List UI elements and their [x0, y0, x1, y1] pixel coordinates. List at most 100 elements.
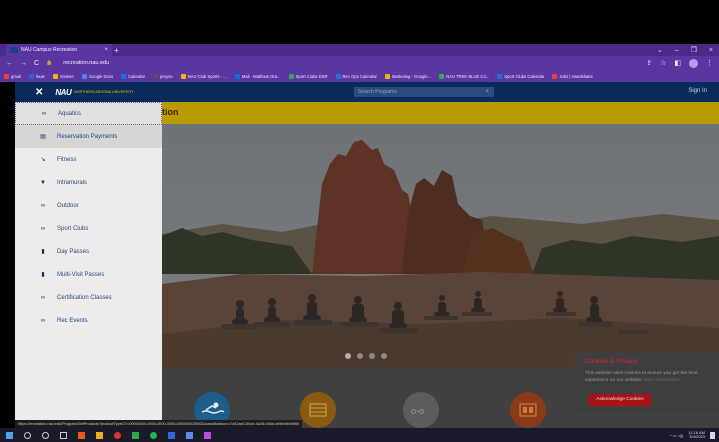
clock[interactable]: 11:18 AM 5/4/2023	[688, 430, 705, 440]
nav-item-certification-classes[interactable]: ∞ Certification Classes	[15, 286, 162, 309]
app-icon-1[interactable]	[78, 431, 85, 439]
bookmark-icon	[335, 73, 341, 79]
nav-item-label: Reservation Payments	[57, 133, 118, 140]
bookmarks-bar: gmail louie Sixteen Google Docs Calendar proy…	[0, 70, 719, 82]
task-view-icon[interactable]	[60, 431, 67, 439]
bookmark-item[interactable]: NAU Club Sports - ...	[180, 73, 227, 79]
fitness-program-icon[interactable]: o-o	[403, 392, 439, 428]
url-field[interactable]: recreation.nau.edu	[63, 60, 109, 66]
sidepanel-icon[interactable]: ◧	[674, 59, 681, 67]
bookmark-label: gmail	[11, 73, 22, 79]
back-icon[interactable]: ←	[6, 60, 13, 67]
maximize-button[interactable]: ❐	[691, 46, 697, 54]
close-window-button[interactable]: ×	[709, 47, 713, 54]
nau-logo[interactable]: NAU NORTHERN ARIZONA UNIVERSITY	[55, 88, 133, 97]
spotify-icon[interactable]	[150, 431, 157, 439]
bookmark-icon	[439, 73, 445, 79]
sign-in-link[interactable]: Sign In	[688, 88, 707, 94]
app-icon-3[interactable]	[132, 431, 139, 439]
file-explorer-icon[interactable]	[96, 431, 103, 439]
bookmark-icon	[180, 73, 186, 79]
window-controls: ⌄ – ❐ ×	[657, 44, 713, 56]
app-icon-5[interactable]	[186, 431, 193, 439]
nav-item-label: Rec Events	[57, 317, 88, 324]
nav-item-reservation-payments[interactable]: ▤ Reservation Payments	[15, 125, 162, 148]
bookmark-icon	[384, 73, 390, 79]
bookmark-icon	[4, 73, 9, 79]
search-taskbar-icon[interactable]	[24, 431, 31, 439]
hero-landscape	[162, 124, 719, 368]
cortana-icon[interactable]	[42, 431, 49, 439]
bookmark-item[interactable]: louie	[29, 73, 45, 79]
bookmark-icon	[121, 73, 127, 79]
bookmark-item[interactable]: Sport Clubs Calendar	[497, 73, 545, 79]
browser-tab[interactable]: NAU Campus Recreation ×	[6, 44, 112, 56]
intramurals-program-icon[interactable]	[510, 392, 546, 428]
bookmark-label: Marketing - Google...	[391, 73, 432, 79]
bookmark-item[interactable]: NAU TREK BLUE Co...	[439, 73, 489, 79]
nav-item-icon: ↘	[40, 157, 46, 163]
cookie-text: This website uses cookies to ensure you …	[585, 371, 698, 383]
menu-icon[interactable]: ⋮	[706, 59, 713, 67]
bookmark-label: Calendar	[128, 73, 146, 79]
nav-item-icon: ▤	[40, 134, 46, 140]
profile-avatar[interactable]	[689, 58, 698, 68]
bookmark-item[interactable]: gmail	[4, 73, 22, 79]
search-input[interactable]: Search Programs	[354, 87, 494, 97]
more-info-link[interactable]: More information	[644, 378, 680, 383]
nav-item-icon: ∞	[40, 317, 46, 324]
bookmark-label: Sport Clubs Calendar	[504, 73, 545, 79]
nav-item-icon: ▼	[40, 179, 46, 186]
share-icon[interactable]: ⇪	[646, 59, 652, 67]
payments-program-icon[interactable]	[300, 392, 336, 428]
app-icon-2[interactable]	[114, 431, 121, 439]
nav-item-intramurals[interactable]: ▼ Intramurals	[15, 171, 162, 194]
bookmark-item[interactable]: Google Docs	[81, 73, 113, 79]
bookmark-item[interactable]: Mail - Matthew Ora...	[234, 73, 281, 79]
bookmark-icon	[497, 73, 503, 79]
new-tab-button[interactable]: +	[114, 46, 119, 55]
bookmark-item[interactable]: proyso	[153, 73, 173, 79]
address-bar: ← → C 🔒 recreation.nau.edu ⇪ ☆ ◧ ⋮	[0, 56, 719, 70]
nav-item-day-passes[interactable]: ▮ Day Passes	[15, 240, 162, 263]
app-icon-4[interactable]	[168, 431, 175, 439]
nau-favicon-icon	[10, 47, 18, 53]
bookmark-item[interactable]: Sixteen	[52, 73, 74, 79]
nav-item-fitness[interactable]: ↘ Fitness	[15, 148, 162, 171]
nav-item-aquatics[interactable]: ∞ Aquatics	[15, 102, 162, 125]
nav-item-outdoor[interactable]: ∞ Outdoor	[15, 194, 162, 217]
close-tab-icon[interactable]: ×	[104, 47, 108, 53]
chrome-icon[interactable]	[204, 431, 211, 439]
bookmark-label: NAU Club Sports - ...	[187, 73, 227, 79]
bookmark-label: proyso	[160, 73, 173, 79]
nav-item-multi-visit-passes[interactable]: ▮ Multi-Visit Passes	[15, 263, 162, 286]
bookmark-item[interactable]: Sport Clubs DSR	[288, 73, 328, 79]
hero-image	[162, 124, 719, 368]
reload-icon[interactable]: C	[34, 60, 39, 67]
tray-icons[interactable]: ^ ▭ ◁))	[670, 433, 684, 438]
windows-start-icon[interactable]	[6, 431, 13, 439]
page-title-band: tion	[162, 102, 719, 124]
bookmark-item[interactable]: Calendar	[121, 73, 146, 79]
star-icon[interactable]: ☆	[660, 59, 666, 67]
minimize-button[interactable]: –	[675, 47, 679, 54]
status-url: https://recreation.nau.edu/Program/GetPr…	[15, 420, 303, 428]
bookmark-label: Sport Clubs DSR	[295, 73, 328, 79]
nav-item-rec-events[interactable]: ∞ Rec Events	[15, 309, 162, 332]
close-drawer-icon[interactable]: ✕	[35, 87, 43, 98]
forward-icon[interactable]: →	[20, 60, 27, 67]
notification-icon[interactable]	[710, 431, 715, 439]
tab-search-icon[interactable]: ⌄	[657, 46, 663, 54]
nav-item-label: Certification Classes	[57, 294, 112, 301]
bookmark-item[interactable]: Jobs | Handshake	[552, 73, 593, 79]
bookmark-item[interactable]: Rec Ops Calendar	[335, 73, 377, 79]
search-icon[interactable]: ⌕	[486, 88, 489, 94]
browser-tab-strip: NAU Campus Recreation × + ⌄ – ❐ ×	[0, 44, 719, 56]
nav-item-label: Outdoor	[57, 202, 79, 209]
acknowledge-cookies-button[interactable]: Acknowledge Cookies	[589, 394, 651, 406]
nav-item-icon: ∞	[40, 225, 46, 232]
system-tray: ^ ▭ ◁)) 11:18 AM 5/4/2023	[670, 428, 715, 442]
bookmark-item[interactable]: Marketing - Google...	[384, 73, 432, 79]
tab-title: NAU Campus Recreation	[21, 47, 78, 53]
nav-item-sport-clubs[interactable]: ∞ Sport Clubs	[15, 217, 162, 240]
